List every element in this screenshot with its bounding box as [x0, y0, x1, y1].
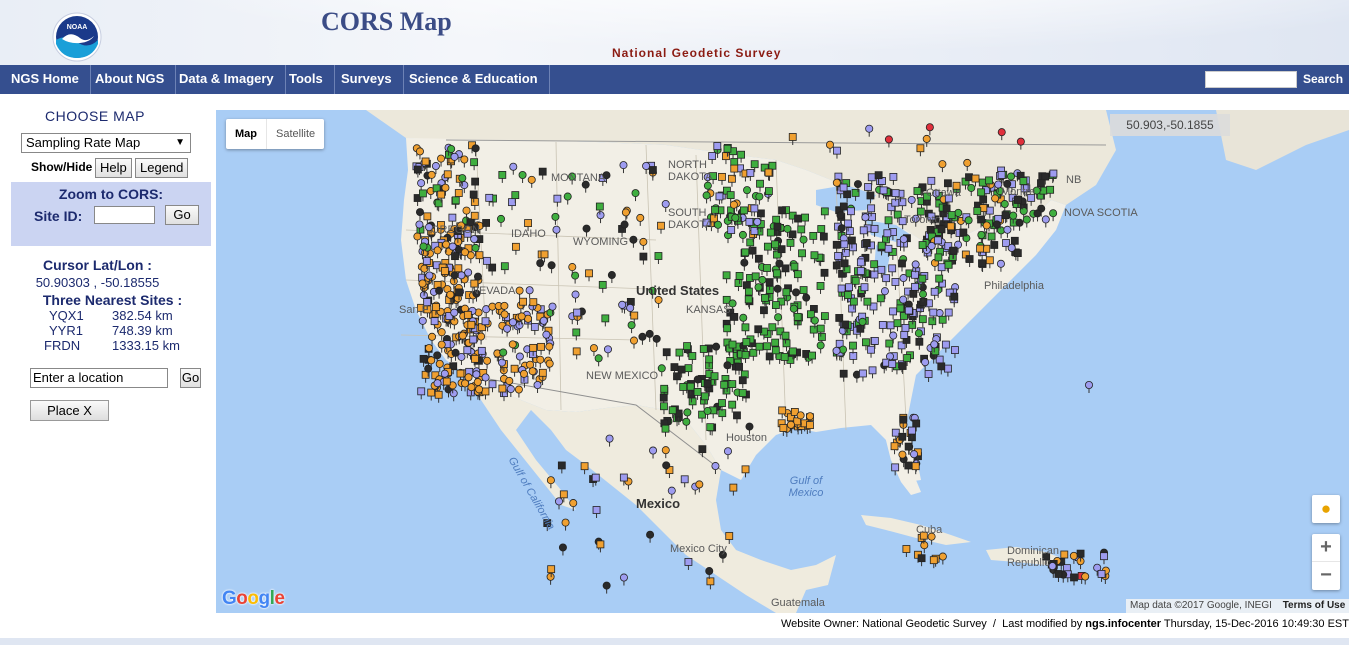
label-cuba: Cuba — [916, 524, 943, 536]
label-nb: NB — [1066, 174, 1082, 186]
place-x-button[interactable]: Place X — [30, 400, 109, 421]
label-mexico-city: Mexico City — [670, 543, 727, 555]
footer-modified-by-link[interactable]: ngs.infocenter — [1085, 618, 1161, 630]
label-nova-scotia: NOVA SCOTIA — [1064, 207, 1138, 219]
site-header: NOAA CORS Map National Geodetic Survey — [0, 0, 1349, 66]
label-ottawa: Ottawa — [926, 187, 961, 199]
label-dominican-republic: Dominican Republic — [1007, 545, 1059, 569]
label-united-states: United States — [636, 283, 720, 298]
map-canvas[interactable]: United States Mexico Ottawa Toronto Mont… — [216, 110, 1349, 613]
label-toronto: Toronto — [904, 214, 941, 226]
site-id-go-button[interactable]: Go — [165, 205, 199, 225]
map-background — [216, 110, 1349, 613]
bottom-bar — [0, 638, 1349, 645]
nav-science-education[interactable]: Science & Education — [398, 65, 550, 94]
terms-of-use-link[interactable]: Terms of Use — [1283, 600, 1346, 611]
map-type-control: Map Satellite — [226, 119, 325, 149]
label-gulf-of-mexico: Gulf of Mexico — [788, 475, 824, 499]
label-wyoming: WYOMING — [573, 236, 628, 248]
map-attribution: Map data ©2017 Google, INEGI Terms of Us… — [1126, 599, 1349, 613]
label-south-dakota: SOUTH DAKOTA — [668, 207, 713, 231]
zoom-out-button[interactable]: − — [1312, 562, 1340, 590]
zoom-control: + − — [1312, 534, 1340, 590]
label-new-mexico: NEW MEXICO — [586, 370, 659, 382]
nav-search-input[interactable] — [1205, 71, 1297, 88]
label-houston: Houston — [726, 432, 767, 444]
help-button[interactable]: Help — [95, 158, 132, 178]
nearest-site-code: YQX1 — [49, 308, 84, 323]
label-idaho: IDAHO — [511, 228, 546, 240]
label-oregon: OREGON — [431, 224, 480, 236]
street-view-pegman-icon[interactable]: ● — [1312, 495, 1340, 523]
nav-data-imagery[interactable]: Data & Imagery — [168, 65, 286, 94]
location-search-input[interactable]: Enter a location — [30, 368, 168, 388]
nav-search-button[interactable]: Search — [1303, 71, 1343, 88]
show-hide-label: Show/Hide — [31, 160, 93, 174]
google-logo: Google — [222, 588, 285, 609]
map-data-credit: Map data ©2017 Google, INEGI — [1130, 600, 1272, 611]
label-nevada: NEVADA — [471, 285, 516, 297]
sidebar: CHOOSE MAP Sampling Rate Map ▼ Show/Hide… — [0, 94, 216, 634]
footer-modified-date: Thursday, 15-Dec-2016 10:49:30 EST — [1163, 618, 1349, 630]
chevron-down-icon: ▼ — [175, 137, 185, 148]
zoom-in-button[interactable]: + — [1312, 534, 1340, 562]
nav-ngs-home[interactable]: NGS Home — [0, 65, 91, 94]
location-go-button[interactable]: Go — [180, 368, 201, 388]
coordinate-readout: 50.903,-50.1855 — [1110, 114, 1230, 136]
label-north-dakota: NORTH DAKOTA — [668, 159, 713, 183]
map-type-map-button[interactable]: Map — [226, 119, 266, 149]
zoom-to-cors-title: Zoom to CORS: — [58, 186, 164, 202]
nearest-site-distance: 1333.15 km — [112, 338, 180, 353]
cursor-latlon-label: Cursor Lat/Lon : — [43, 257, 152, 273]
map-type-select[interactable]: Sampling Rate Map ▼ — [21, 133, 191, 153]
label-philadelphia: Philadelphia — [984, 280, 1044, 292]
label-kansas: KANSAS — [686, 304, 731, 316]
cursor-latlon-value: 50.90303 , -50.18555 — [35, 275, 160, 290]
map-select-value: Sampling Rate Map — [26, 135, 141, 150]
nearest-sites-label: Three Nearest Sites : — [42, 292, 183, 308]
label-montana: MONTANA — [551, 172, 606, 184]
page-subtitle: National Geodetic Survey — [612, 46, 782, 60]
footer-owner: Website Owner: National Geodetic Survey — [780, 618, 987, 630]
choose-map-heading: CHOOSE MAP — [45, 108, 145, 124]
nearest-site-distance: 748.39 km — [112, 323, 173, 338]
nav-tools[interactable]: Tools — [278, 65, 335, 94]
nav-about-ngs[interactable]: About NGS — [84, 65, 177, 94]
footer-modified-prefix: Last modified by — [1002, 618, 1083, 630]
nearest-site-code: YYR1 — [49, 323, 83, 338]
nearest-site-distance: 382.54 km — [112, 308, 173, 323]
page-title: CORS Map — [321, 7, 452, 36]
main-navbar: NGS Home About NGS Data & Imagery Tools … — [0, 65, 1349, 94]
map-type-satellite-button[interactable]: Satellite — [266, 119, 324, 149]
label-montreal: Montre — [1001, 186, 1036, 198]
site-id-label: Site ID: — [34, 208, 83, 224]
zoom-to-cors-panel: Zoom to CORS: Site ID: Go — [11, 182, 211, 246]
nearest-site-code: FRDN — [44, 338, 81, 353]
noaa-logo-text: NOAA — [67, 24, 88, 31]
noaa-logo[interactable]: NOAA — [52, 12, 102, 62]
label-guatemala: Guatemala — [771, 597, 825, 609]
legend-button[interactable]: Legend — [135, 158, 189, 178]
site-id-input[interactable] — [94, 206, 155, 224]
label-san-francisco: San F — [399, 304, 429, 316]
label-mexico: Mexico — [636, 496, 681, 511]
nav-surveys[interactable]: Surveys — [330, 65, 404, 94]
page-footer: Website Owner: National Geodetic Survey … — [780, 618, 1349, 630]
